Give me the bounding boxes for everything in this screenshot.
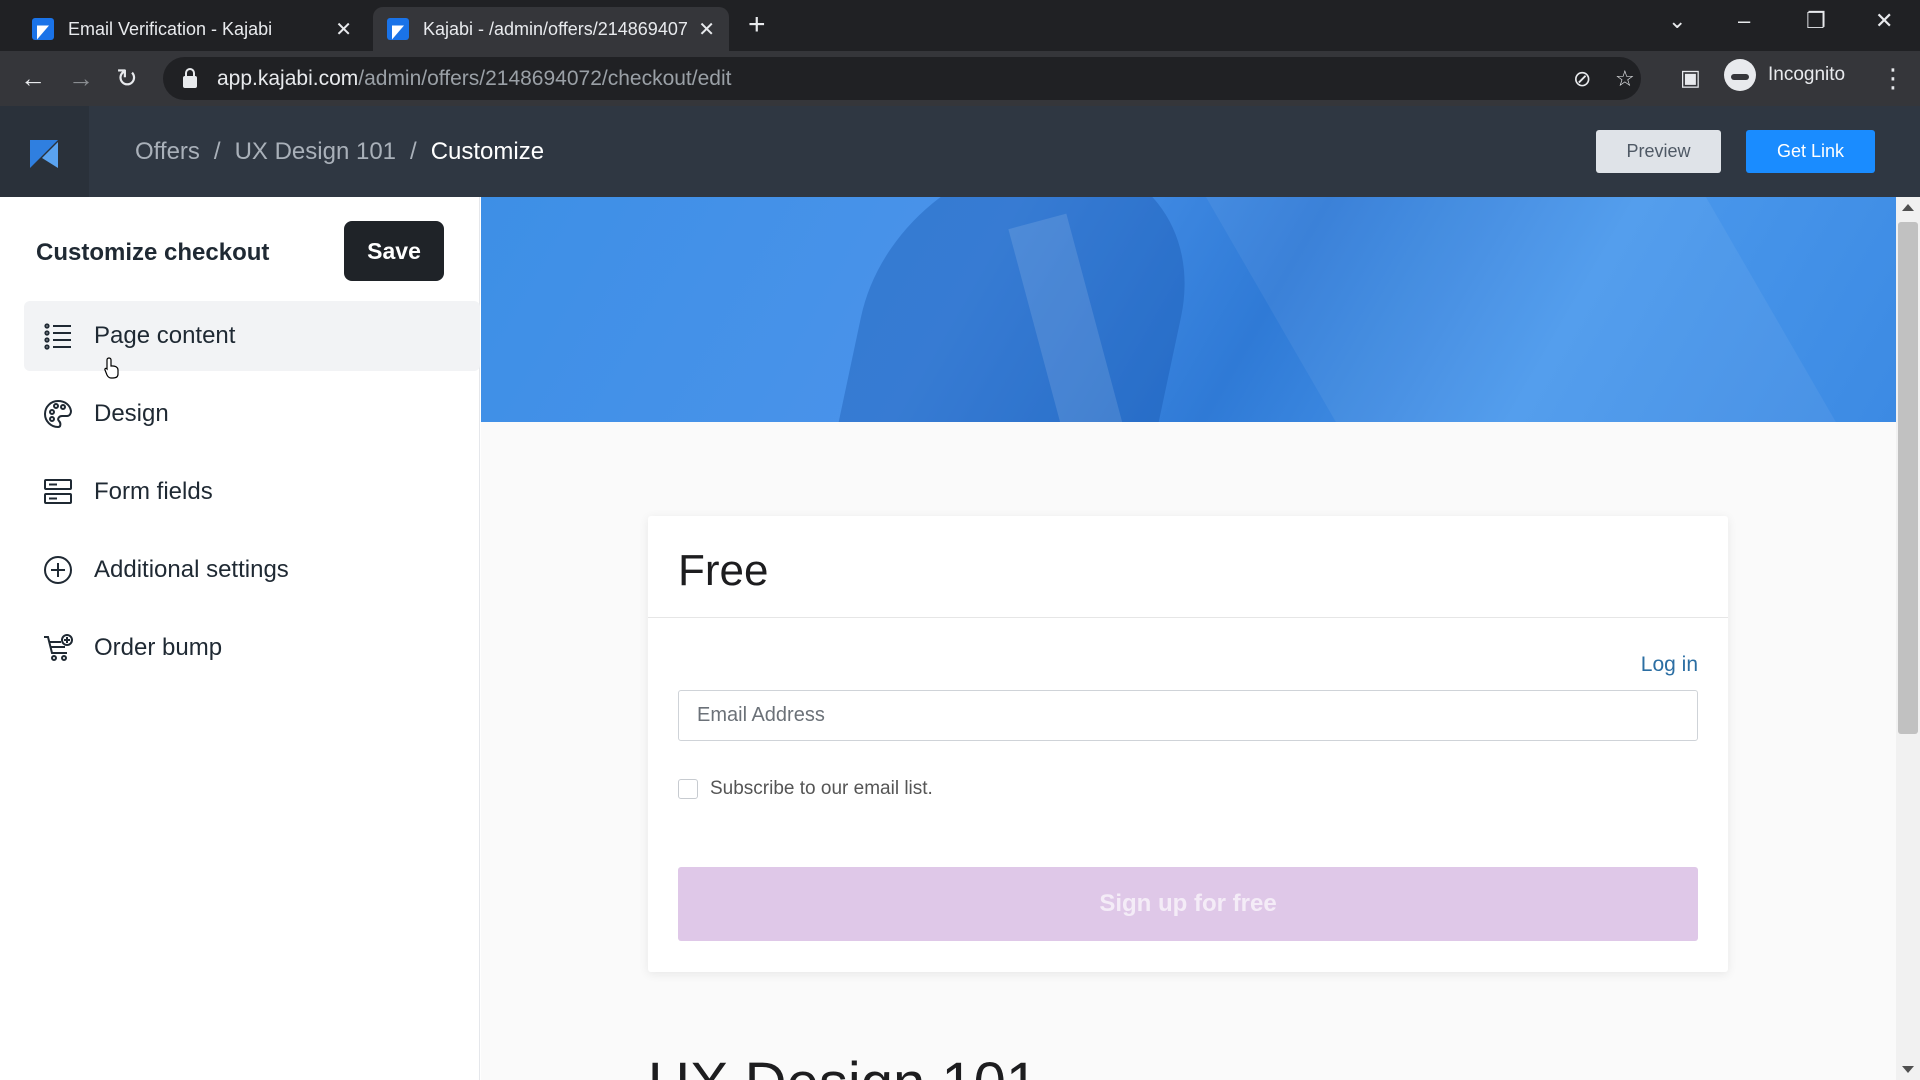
palette-icon: [42, 398, 74, 430]
hand-cursor-icon: [104, 357, 119, 379]
plus-circle-icon: [42, 554, 74, 586]
tab-search-icon[interactable]: ⌄: [1668, 8, 1686, 34]
profile-button[interactable]: Incognito: [1724, 59, 1845, 91]
url-field[interactable]: app.kajabi.com/admin/offers/2148694072/c…: [163, 57, 1641, 100]
divider: [648, 617, 1728, 618]
lock-icon: [183, 67, 197, 88]
sidebar-item-label: Order bump: [94, 634, 223, 661]
get-link-button[interactable]: Get Link: [1746, 130, 1875, 173]
sidebar-item-label: Additional settings: [94, 556, 289, 583]
breadcrumb-separator: /: [410, 138, 417, 165]
price-title: Free: [678, 546, 769, 595]
new-tab-icon[interactable]: +: [748, 8, 766, 42]
list-icon: [42, 320, 74, 352]
forward-icon[interactable]: →: [68, 63, 94, 94]
side-panel-icon[interactable]: ▣: [1680, 65, 1701, 91]
subscribe-row[interactable]: Subscribe to our email list.: [678, 778, 933, 800]
window-close-icon[interactable]: ✕: [1875, 8, 1893, 34]
breadcrumb-offer[interactable]: UX Design 101: [235, 138, 396, 166]
scroll-down-icon[interactable]: [1902, 1066, 1914, 1073]
kajabi-favicon-icon: [32, 18, 54, 40]
url-path: /admin/offers/2148694072/checkout/edit: [358, 66, 732, 90]
checkout-preview: Free Log in Subscribe to our email list.…: [481, 197, 1896, 1080]
kajabi-logo-icon: [30, 140, 58, 168]
back-icon[interactable]: ←: [20, 63, 46, 94]
sidebar-item-label: Page content: [94, 322, 236, 349]
sidebar-item-order-bump[interactable]: Order bump: [24, 613, 480, 683]
restore-icon[interactable]: ❐: [1806, 8, 1826, 34]
signup-button[interactable]: Sign up for free: [678, 867, 1698, 941]
breadcrumb-offers[interactable]: Offers: [135, 138, 200, 166]
logo[interactable]: [0, 106, 89, 197]
scrollbar-thumb[interactable]: [1898, 222, 1918, 734]
sidebar-item-page-content[interactable]: Page content: [24, 301, 480, 371]
minimize-icon[interactable]: –: [1738, 8, 1750, 34]
subscribe-checkbox[interactable]: [678, 779, 698, 799]
close-icon[interactable]: ✕: [335, 17, 352, 42]
tab-title: Kajabi - /admin/offers/2148694072/checko…: [423, 18, 688, 39]
browser-tab-bar: Email Verification - Kajabi ✕ Kajabi - /…: [0, 0, 1920, 51]
form-fields-icon: [42, 476, 74, 508]
tab-title: Email Verification - Kajabi: [68, 18, 273, 39]
subscribe-label: Subscribe to our email list.: [710, 778, 933, 799]
browser-tab[interactable]: Email Verification - Kajabi ✕: [18, 7, 366, 51]
login-link[interactable]: Log in: [1641, 653, 1698, 677]
product-title: UX Design 101: [648, 1050, 1038, 1080]
eye-slash-icon[interactable]: ⊘: [1573, 66, 1591, 92]
preview-button[interactable]: Preview: [1596, 130, 1721, 173]
sidebar-item-additional-settings[interactable]: Additional settings: [24, 535, 480, 605]
incognito-icon: [1724, 59, 1756, 91]
reload-icon[interactable]: ↻: [116, 63, 138, 94]
breadcrumb-current: Customize: [430, 138, 545, 165]
sidebar-item-form-fields[interactable]: Form fields: [24, 457, 480, 527]
email-field[interactable]: [678, 690, 1698, 741]
url-host: app.kajabi.com: [217, 66, 359, 90]
sidebar-item-label: Form fields: [94, 478, 213, 505]
sidebar-item-label: Design: [94, 400, 169, 427]
customize-sidebar: Customize checkout Save Page content Des…: [0, 197, 480, 1080]
checkout-card: Free Log in Subscribe to our email list.…: [648, 516, 1728, 972]
close-icon[interactable]: ✕: [698, 17, 715, 42]
more-menu-icon[interactable]: ⋮: [1880, 63, 1906, 94]
browser-tab-active[interactable]: Kajabi - /admin/offers/2148694072/checko…: [373, 7, 729, 51]
browser-address-bar: ← → ↻ app.kajabi.com/admin/offers/214869…: [0, 51, 1920, 106]
save-button[interactable]: Save: [344, 221, 444, 281]
app-header: Offers / UX Design 101 / Customize Previ…: [0, 106, 1920, 197]
cart-icon: [42, 632, 74, 664]
sidebar-title: Customize checkout: [36, 239, 270, 266]
breadcrumb: Offers / UX Design 101 / Customize: [135, 138, 544, 166]
hero-image: [481, 197, 1896, 422]
scroll-up-icon[interactable]: [1902, 204, 1914, 211]
sidebar-item-design[interactable]: Design: [24, 379, 480, 449]
kajabi-favicon-icon: [387, 18, 409, 40]
breadcrumb-separator: /: [213, 138, 221, 165]
profile-label: Incognito: [1768, 64, 1846, 85]
star-icon[interactable]: ☆: [1615, 66, 1635, 92]
